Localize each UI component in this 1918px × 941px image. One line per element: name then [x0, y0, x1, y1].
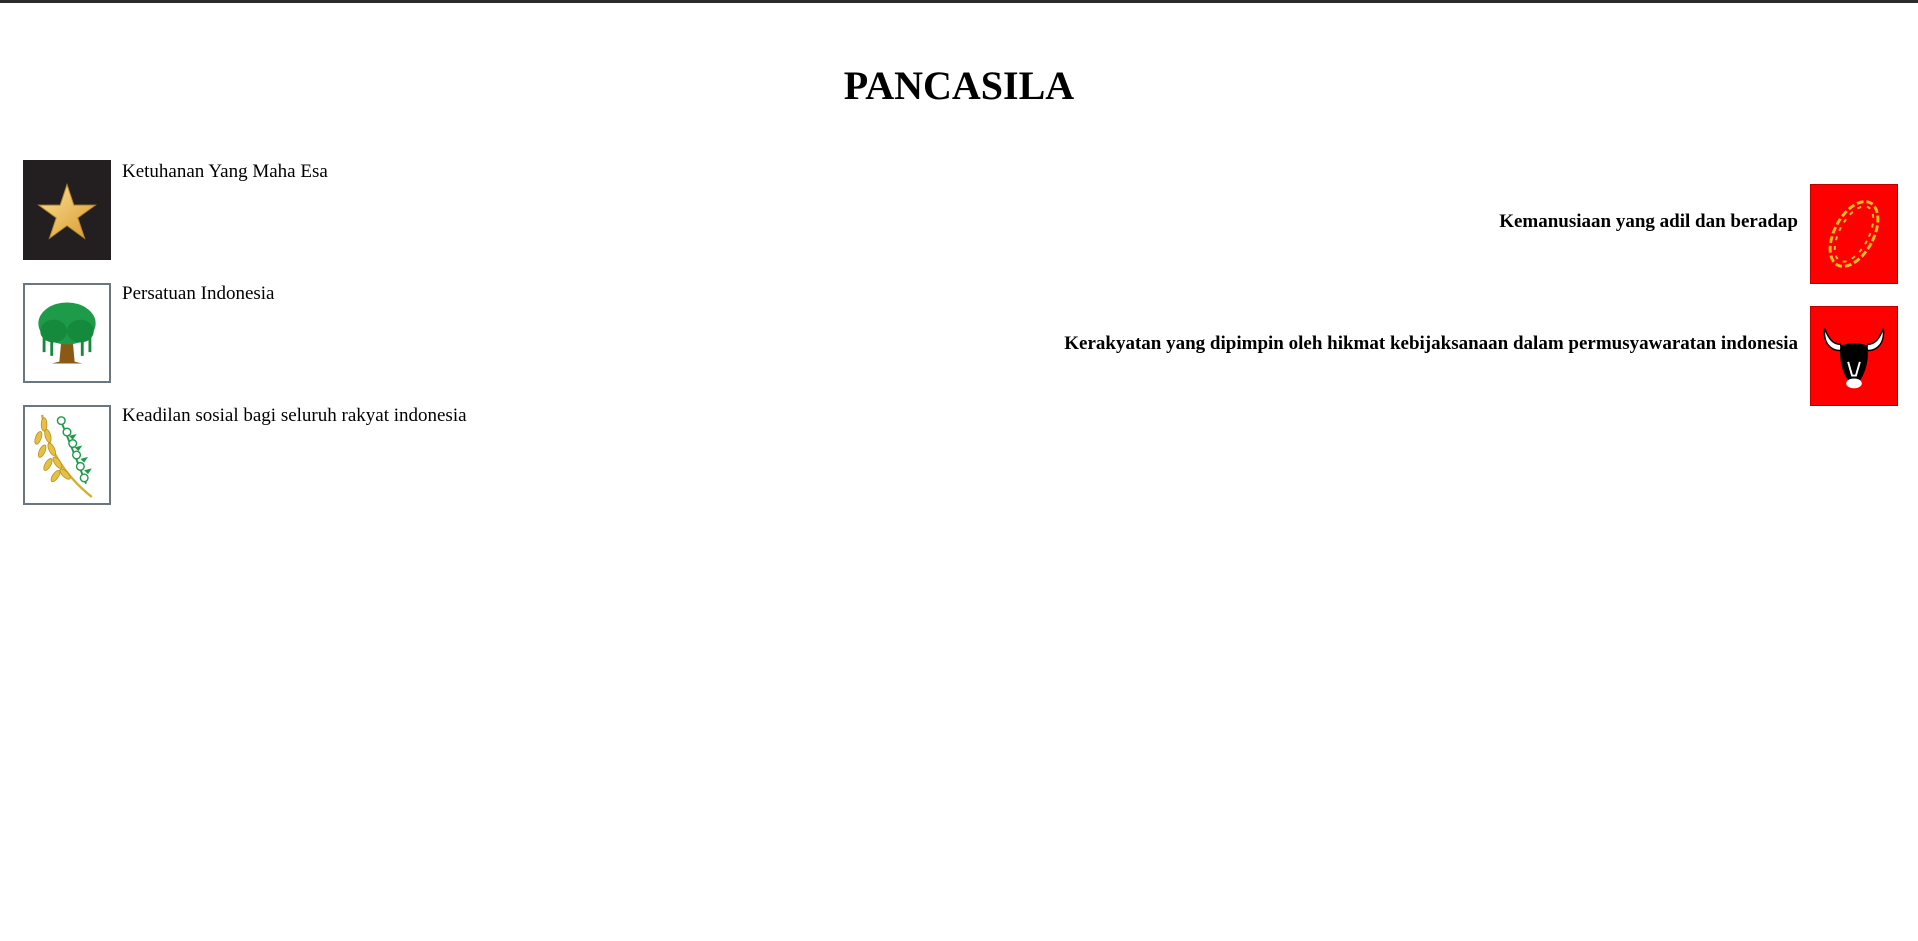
page-title: PANCASILA — [843, 63, 1075, 108]
chain-icon — [1810, 184, 1898, 284]
top-border — [0, 0, 1918, 3]
sila-5-label: Keadilan sosial bagi seluruh rakyat indo… — [122, 405, 467, 426]
sila-4-label: Kerakyatan yang dipimpin oleh hikmat keb… — [1064, 333, 1798, 354]
sila-3-label: Persatuan Indonesia — [122, 283, 275, 304]
star-icon — [23, 160, 111, 260]
sila-2-label: Kemanusiaan yang adil dan beradap — [1499, 211, 1798, 232]
banyan-tree-icon — [23, 283, 111, 383]
bull-head-icon — [1810, 306, 1898, 406]
sila-1-label: Ketuhanan Yang Maha Esa — [122, 161, 328, 182]
rice-cotton-icon — [23, 405, 111, 505]
